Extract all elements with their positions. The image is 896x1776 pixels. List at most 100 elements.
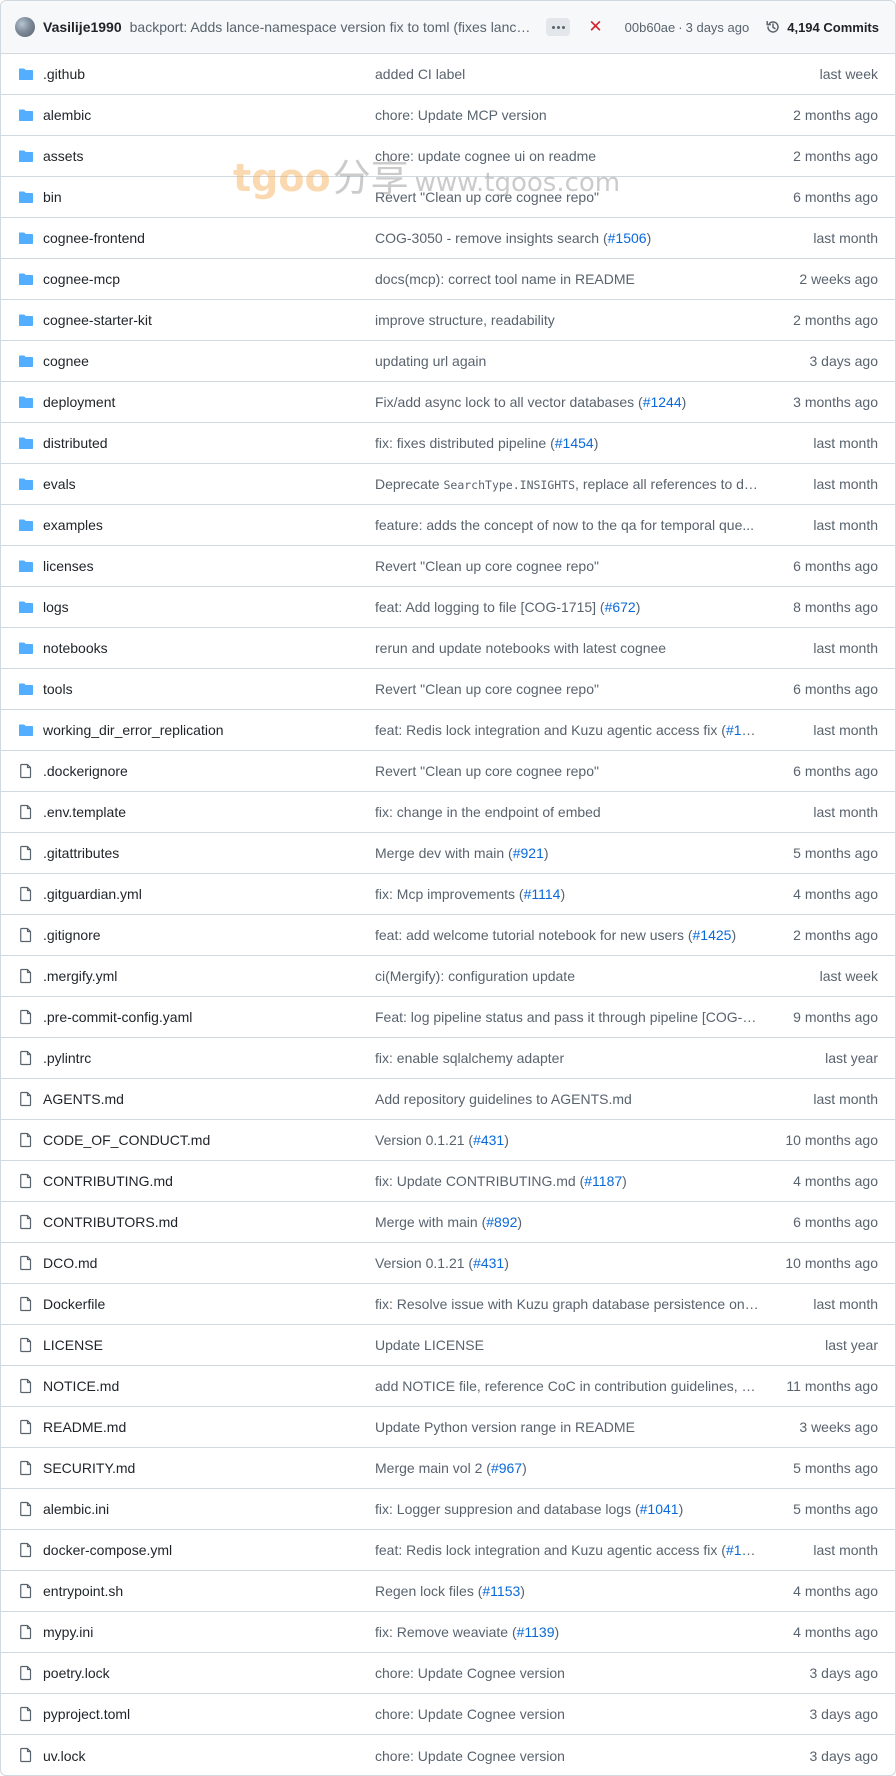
folder-name-link[interactable]: working_dir_error_replication <box>43 722 224 738</box>
file-name-link[interactable]: pyproject.toml <box>43 1706 130 1722</box>
folder-name-link[interactable]: .github <box>43 66 85 82</box>
commit-message-link[interactable]: Fix/add async lock to all vector databas… <box>375 394 759 410</box>
commit-message-link[interactable]: fix: Logger suppresion and database logs… <box>375 1501 759 1517</box>
commit-message-link[interactable]: improve structure, readability <box>375 312 759 328</box>
file-row[interactable]: .mergify.yml ci(Mergify): configuration u… <box>1 956 895 997</box>
file-name-link[interactable]: docker-compose.yml <box>43 1542 172 1558</box>
file-name-link[interactable]: uv.lock <box>43 1748 86 1764</box>
file-name-link[interactable]: DCO.md <box>43 1255 97 1271</box>
file-name-link[interactable]: CODE_OF_CONDUCT.md <box>43 1132 210 1148</box>
file-name-link[interactable]: SECURITY.md <box>43 1460 135 1476</box>
file-row[interactable]: .pylintrc fix: enable sqlalchemy adapter l… <box>1 1038 895 1079</box>
pr-link[interactable]: #15... <box>726 722 759 738</box>
file-row[interactable]: bin Revert "Clean up core cognee repo" 6 m… <box>1 177 895 218</box>
pr-link[interactable]: #1425 <box>693 927 732 943</box>
file-row[interactable]: entrypoint.sh Regen lock files (#1153) 4 m… <box>1 1571 895 1612</box>
commit-message-link[interactable]: feat: Add logging to file [COG-1715] (#6… <box>375 599 759 615</box>
pr-link[interactable]: #431 <box>473 1255 504 1271</box>
file-name-link[interactable]: LICENSE <box>43 1337 103 1353</box>
file-row[interactable]: .gitattributes Merge dev with main (#921)… <box>1 833 895 874</box>
file-row[interactable]: AGENTS.md Add repository guidelines to AG… <box>1 1079 895 1120</box>
pr-link[interactable]: #672 <box>605 599 636 615</box>
folder-name-link[interactable]: bin <box>43 189 62 205</box>
folder-name-link[interactable]: cognee-starter-kit <box>43 312 152 328</box>
commit-message-link[interactable]: chore: update cognee ui on readme <box>375 148 759 164</box>
pr-link[interactable]: #1244 <box>643 394 682 410</box>
file-row[interactable]: docker-compose.yml feat: Redis lock integ… <box>1 1530 895 1571</box>
pr-link[interactable]: #1041 <box>640 1501 679 1517</box>
folder-name-link[interactable]: cognee <box>43 353 89 369</box>
pr-link[interactable]: #892 <box>486 1214 517 1230</box>
folder-name-link[interactable]: deployment <box>43 394 115 410</box>
file-name-link[interactable]: .pylintrc <box>43 1050 91 1066</box>
commit-message-link[interactable]: feature: adds the concept of now to the … <box>375 517 759 533</box>
pr-link[interactable]: #1454 <box>555 435 594 451</box>
file-name-link[interactable]: .gitignore <box>43 927 101 943</box>
commit-message-link[interactable]: docs(mcp): correct tool name in README <box>375 271 759 287</box>
commit-message-link[interactable]: Revert "Clean up core cognee repo" <box>375 558 759 574</box>
file-row[interactable]: SECURITY.md Merge main vol 2 (#967) 5 mont… <box>1 1448 895 1489</box>
commit-message-link[interactable]: fix: Remove weaviate (#1139) <box>375 1624 759 1640</box>
file-name-link[interactable]: alembic.ini <box>43 1501 109 1517</box>
file-row[interactable]: deployment Fix/add async lock to all vect… <box>1 382 895 423</box>
file-row[interactable]: alembic.ini fix: Logger suppresion and da… <box>1 1489 895 1530</box>
file-name-link[interactable]: .mergify.yml <box>43 968 117 984</box>
commit-message-link[interactable]: fix: Resolve issue with Kuzu graph datab… <box>375 1296 759 1312</box>
folder-name-link[interactable]: logs <box>43 599 69 615</box>
commit-history-link[interactable]: 4,194 Commits <box>765 19 879 35</box>
file-row[interactable]: cognee-mcp docs(mcp): correct tool name i… <box>1 259 895 300</box>
commit-message-link[interactable]: COG-3050 - remove insights search (#1506… <box>375 230 759 246</box>
commit-message-link[interactable]: Revert "Clean up core cognee repo" <box>375 681 759 697</box>
commit-message-link[interactable]: added CI label <box>375 66 759 82</box>
commit-message-link[interactable]: Version 0.1.21 (#431) <box>375 1132 759 1148</box>
file-row[interactable]: README.md Update Python version range in … <box>1 1407 895 1448</box>
folder-name-link[interactable]: cognee-mcp <box>43 271 120 287</box>
file-row[interactable]: logs feat: Add logging to file [COG-1715]… <box>1 587 895 628</box>
file-name-link[interactable]: README.md <box>43 1419 126 1435</box>
file-row[interactable]: CONTRIBUTING.md fix: Update CONTRIBUTING.… <box>1 1161 895 1202</box>
commit-message-link[interactable]: Feat: log pipeline status and pass it th… <box>375 1009 759 1025</box>
commit-message-link[interactable]: Revert "Clean up core cognee repo" <box>375 763 759 779</box>
commit-sha[interactable]: 00b60ae <box>625 20 676 35</box>
commit-message-link[interactable]: feat: Redis lock integration and Kuzu ag… <box>375 722 759 738</box>
pr-link[interactable]: #1139 <box>517 1624 555 1640</box>
commit-message-link[interactable]: Update Python version range in README <box>375 1419 759 1435</box>
file-row[interactable]: .env.template fix: change in the endpoint… <box>1 792 895 833</box>
file-row[interactable]: .gitignore feat: add welcome tutorial not… <box>1 915 895 956</box>
file-row[interactable]: .dockerignore Revert "Clean up core cogne… <box>1 751 895 792</box>
commit-message-link[interactable]: Merge with main (#892) <box>375 1214 759 1230</box>
folder-name-link[interactable]: cognee-frontend <box>43 230 145 246</box>
file-row[interactable]: NOTICE.md add NOTICE file, reference CoC … <box>1 1366 895 1407</box>
file-row[interactable]: pyproject.toml chore: Update Cognee versi… <box>1 1694 895 1735</box>
commit-message-link[interactable]: add NOTICE file, reference CoC in contri… <box>375 1378 759 1394</box>
commit-message-link[interactable]: chore: Update MCP version <box>375 107 759 123</box>
pr-link[interactable]: #15... <box>726 1542 759 1558</box>
commit-message-link[interactable]: chore: Update Cognee version <box>375 1748 759 1764</box>
file-row[interactable]: examples feature: adds the concept of now… <box>1 505 895 546</box>
commit-message-link[interactable]: fix: change in the endpoint of embed <box>375 804 759 820</box>
commit-message-link[interactable]: fix: enable sqlalchemy adapter <box>375 1050 759 1066</box>
file-row[interactable]: licenses Revert "Clean up core cognee rep… <box>1 546 895 587</box>
file-row[interactable]: assets chore: update cognee ui on readme 2… <box>1 136 895 177</box>
file-row[interactable]: .pre-commit-config.yaml Feat: log pipelin… <box>1 997 895 1038</box>
file-name-link[interactable]: .dockerignore <box>43 763 128 779</box>
file-row[interactable]: mypy.ini fix: Remove weaviate (#1139) 4 mo… <box>1 1612 895 1653</box>
file-name-link[interactable]: Dockerfile <box>43 1296 105 1312</box>
file-name-link[interactable]: .env.template <box>43 804 126 820</box>
file-row[interactable]: cognee updating url again 3 days ago <box>1 341 895 382</box>
file-row[interactable]: .gitguardian.yml fix: Mcp improvements (#… <box>1 874 895 915</box>
file-row[interactable]: notebooks rerun and update notebooks with… <box>1 628 895 669</box>
file-row[interactable]: CODE_OF_CONDUCT.md Version 0.1.21 (#431) 1… <box>1 1120 895 1161</box>
file-row[interactable]: distributed fix: fixes distributed pipeli… <box>1 423 895 464</box>
commit-message-link[interactable]: fix: Mcp improvements (#1114) <box>375 886 759 902</box>
commit-message-link[interactable]: ci(Mergify): configuration update <box>375 968 759 984</box>
folder-name-link[interactable]: notebooks <box>43 640 108 656</box>
file-row[interactable]: uv.lock chore: Update Cognee version 3 day… <box>1 1735 895 1775</box>
folder-name-link[interactable]: examples <box>43 517 103 533</box>
folder-name-link[interactable]: alembic <box>43 107 91 123</box>
commit-message[interactable]: backport: Adds lance-namespace version f… <box>130 19 531 35</box>
folder-name-link[interactable]: distributed <box>43 435 108 451</box>
file-name-link[interactable]: poetry.lock <box>43 1665 110 1681</box>
file-name-link[interactable]: AGENTS.md <box>43 1091 124 1107</box>
commit-message-link[interactable]: feat: add welcome tutorial notebook for … <box>375 927 759 943</box>
